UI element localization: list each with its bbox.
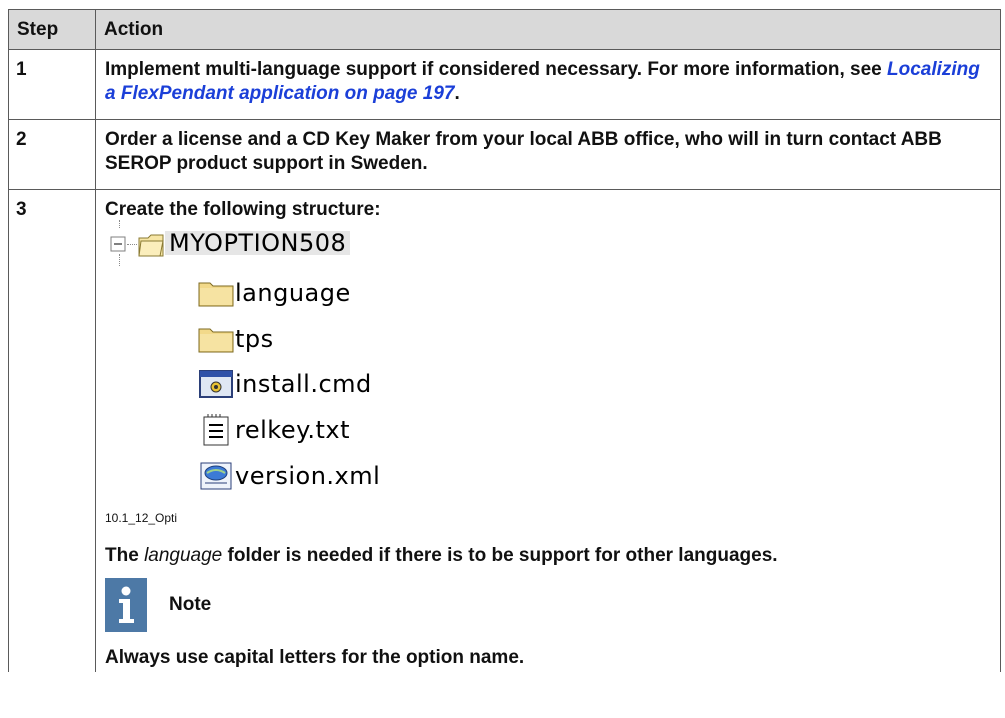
tree-item-label: tps — [235, 325, 274, 353]
xml-file-icon — [200, 462, 232, 490]
step-number: 1 — [8, 49, 96, 120]
header-step: Step — [8, 9, 96, 50]
tree-item-label: install.cmd — [235, 370, 372, 398]
folder-icon — [198, 282, 234, 307]
tree-item: version.xml — [197, 461, 380, 491]
table-row: 3 Create the following structure: MYOPTI… — [8, 189, 1001, 672]
folder-structure-figure: MYOPTION508 language tps install.cmd rel… — [105, 220, 993, 508]
para-emphasis: language — [144, 545, 223, 566]
document-page: Step Action 1 Implement multi-language s… — [0, 0, 1005, 718]
para-text-end: folder is needed if there is to be suppo… — [222, 545, 778, 566]
folder-icon — [198, 328, 234, 353]
structure-intro: Create the following structure: — [105, 199, 381, 220]
text-file-icon — [203, 414, 229, 446]
tree-item-label: language — [235, 279, 351, 307]
action-text: Implement multi-language support if cons… — [105, 59, 887, 80]
tree-root-label: MYOPTION508 — [165, 231, 351, 255]
table-header-row: Step Action — [8, 9, 1001, 50]
language-folder-note: The language folder is needed if there i… — [105, 544, 993, 568]
note-title: Note — [169, 594, 212, 615]
note-block: Note — [105, 578, 993, 632]
note-text: Always use capital letters for the optio… — [105, 647, 525, 668]
figure-caption: 10.1_12_Opti — [105, 511, 178, 525]
table-row: 1 Implement multi-language support if co… — [8, 49, 1001, 120]
table-row: 2 Order a license and a CD Key Maker fro… — [8, 119, 1001, 190]
step-number: 3 — [8, 189, 96, 672]
tree-item: relkey.txt — [197, 414, 350, 446]
tree-root-node: MYOPTION508 — [105, 228, 351, 258]
para-text: The — [105, 545, 145, 566]
tree-item-label: relkey.txt — [235, 416, 351, 444]
step-action: Implement multi-language support if cons… — [95, 49, 1001, 120]
steps-table: Step Action 1 Implement multi-language s… — [8, 9, 1001, 672]
tree-item: tps — [197, 324, 274, 354]
cmd-file-icon — [199, 370, 233, 398]
step-number: 2 — [8, 119, 96, 190]
tree-item: language — [197, 278, 351, 308]
tree-item: install.cmd — [197, 369, 372, 399]
header-action: Action — [95, 9, 1001, 50]
collapse-toggle-icon — [110, 234, 164, 257]
step-action: Create the following structure: MYOPTION… — [95, 189, 1001, 672]
tree-item-label: version.xml — [235, 462, 381, 490]
action-text-end: . — [454, 83, 460, 104]
info-icon — [105, 578, 147, 632]
step-action: Order a license and a CD Key Maker from … — [95, 119, 1001, 190]
